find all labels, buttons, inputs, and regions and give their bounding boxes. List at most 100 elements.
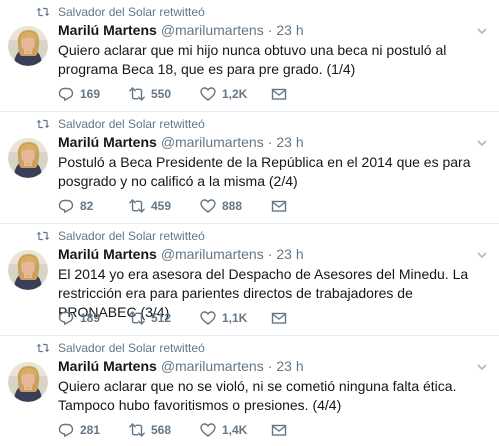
tweet-text: Postuló a Beca Presidente de la Repúblic… <box>58 154 471 189</box>
retweet-icon <box>36 7 50 17</box>
envelope-icon <box>271 312 287 324</box>
timestamp[interactable]: 23 h <box>276 134 303 150</box>
retweet-count: 568 <box>151 423 172 437</box>
direct-message-button[interactable] <box>271 86 342 102</box>
avatar-image <box>8 250 48 290</box>
tweet[interactable]: Salvador del Solar retwitteó Marilú Mart… <box>0 224 499 336</box>
envelope-icon <box>271 424 287 436</box>
reply-icon <box>58 311 74 325</box>
envelope-icon <box>271 200 287 212</box>
avatar[interactable] <box>8 362 48 402</box>
separator-dot: · <box>267 358 273 374</box>
reply-button[interactable]: 189 <box>58 310 129 326</box>
tweet[interactable]: Salvador del Solar retwitteó Marilú Mart… <box>0 112 499 224</box>
retweet-button[interactable]: 550 <box>129 86 200 102</box>
username[interactable]: @marilumartens <box>161 22 264 38</box>
reply-count: 82 <box>80 199 94 213</box>
retweet-button[interactable]: 512 <box>129 310 200 326</box>
like-button[interactable]: 888 <box>200 198 271 214</box>
heart-icon <box>200 199 216 213</box>
reply-count: 169 <box>80 87 101 101</box>
retweet-icon <box>129 87 145 101</box>
like-count: 888 <box>222 199 243 213</box>
fullname[interactable]: Marilú Martens <box>58 134 157 150</box>
retweet-icon <box>129 311 145 325</box>
timestamp[interactable]: 23 h <box>276 22 303 38</box>
retweet-icon <box>129 199 145 213</box>
retweet-context[interactable]: Salvador del Solar retwitteó <box>36 228 205 244</box>
tweet[interactable]: Salvador del Solar retwitteó Marilú Mart… <box>0 0 499 112</box>
avatar[interactable] <box>8 26 48 66</box>
avatar[interactable] <box>8 250 48 290</box>
retweet-context-text: Salvador del Solar retwitteó <box>58 341 205 355</box>
retweet-context[interactable]: Salvador del Solar retwitteó <box>36 340 205 356</box>
tweet-text: Quiero aclarar que mi hijo nunca obtuvo … <box>58 42 447 77</box>
reply-button[interactable]: 82 <box>58 198 129 214</box>
username[interactable]: @marilumartens <box>161 358 264 374</box>
reply-button[interactable]: 169 <box>58 86 129 102</box>
retweet-icon <box>36 119 50 129</box>
chevron-down-icon[interactable] <box>475 24 489 38</box>
retweet-context-text: Salvador del Solar retwitteó <box>58 229 205 243</box>
retweet-count: 459 <box>151 199 172 213</box>
direct-message-button[interactable] <box>271 422 342 438</box>
reply-button[interactable]: 281 <box>58 422 129 438</box>
retweet-context-text: Salvador del Solar retwitteó <box>58 5 205 19</box>
tweet-header: Marilú Martens @marilumartens · 23 h <box>58 22 304 40</box>
tweet-header: Marilú Martens @marilumartens · 23 h <box>58 134 304 152</box>
avatar[interactable] <box>8 138 48 178</box>
reply-icon <box>58 423 74 437</box>
chevron-down-icon[interactable] <box>475 360 489 374</box>
avatar-image <box>8 362 48 402</box>
tweet[interactable]: Salvador del Solar retwitteó Marilú Mart… <box>0 336 499 446</box>
fullname[interactable]: Marilú Martens <box>58 22 157 38</box>
separator-dot: · <box>267 134 273 150</box>
chevron-down-icon[interactable] <box>475 136 489 150</box>
envelope-icon <box>271 88 287 100</box>
reply-icon <box>58 199 74 213</box>
retweet-button[interactable]: 568 <box>129 422 200 438</box>
tweet-actions: 189 512 1,1K <box>58 309 342 327</box>
retweet-count: 550 <box>151 87 172 101</box>
username[interactable]: @marilumartens <box>161 134 264 150</box>
fullname[interactable]: Marilú Martens <box>58 246 157 262</box>
fullname[interactable]: Marilú Martens <box>58 358 157 374</box>
avatar-image <box>8 138 48 178</box>
like-button[interactable]: 1,4K <box>200 422 271 438</box>
chevron-down-icon[interactable] <box>475 248 489 262</box>
retweet-icon <box>129 423 145 437</box>
heart-icon <box>200 423 216 437</box>
separator-dot: · <box>267 22 273 38</box>
timeline: Salvador del Solar retwitteó Marilú Mart… <box>0 0 499 446</box>
heart-icon <box>200 311 216 325</box>
avatar-image <box>8 26 48 66</box>
like-button[interactable]: 1,2K <box>200 86 271 102</box>
tweet-actions: 281 568 1,4K <box>58 421 342 439</box>
tweet-actions: 169 550 1,2K <box>58 85 342 103</box>
like-count: 1,4K <box>222 423 248 437</box>
direct-message-button[interactable] <box>271 310 342 326</box>
like-count: 1,1K <box>222 311 248 325</box>
retweet-button[interactable]: 459 <box>129 198 200 214</box>
reply-count: 189 <box>80 311 101 325</box>
reply-count: 281 <box>80 423 101 437</box>
reply-icon <box>58 87 74 101</box>
retweet-context-text: Salvador del Solar retwitteó <box>58 117 205 131</box>
tweet-header: Marilú Martens @marilumartens · 23 h <box>58 358 304 376</box>
retweet-icon <box>36 231 50 241</box>
tweet-header: Marilú Martens @marilumartens · 23 h <box>58 246 304 264</box>
like-count: 1,2K <box>222 87 248 101</box>
retweet-context[interactable]: Salvador del Solar retwitteó <box>36 4 205 20</box>
like-button[interactable]: 1,1K <box>200 310 271 326</box>
heart-icon <box>200 87 216 101</box>
retweet-icon <box>36 343 50 353</box>
tweet-text: Quiero aclarar que no se violó, ni se co… <box>58 378 457 413</box>
direct-message-button[interactable] <box>271 198 342 214</box>
tweet-actions: 82 459 888 <box>58 197 342 215</box>
timestamp[interactable]: 23 h <box>276 246 303 262</box>
retweet-context[interactable]: Salvador del Solar retwitteó <box>36 116 205 132</box>
username[interactable]: @marilumartens <box>161 246 264 262</box>
separator-dot: · <box>267 246 273 262</box>
timestamp[interactable]: 23 h <box>276 358 303 374</box>
retweet-count: 512 <box>151 311 172 325</box>
